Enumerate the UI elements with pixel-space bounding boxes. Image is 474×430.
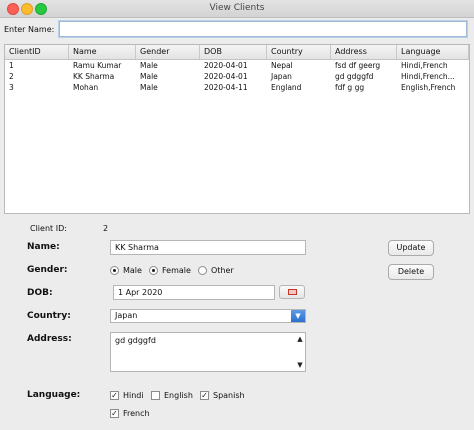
- table-cell: Male: [140, 72, 158, 81]
- clients-table: ClientID Name Gender DOB Country Address…: [4, 44, 470, 214]
- table-cell: 1: [9, 61, 14, 70]
- client-form: Client ID: 2 Name: KK Sharma Update Dele…: [0, 216, 474, 430]
- gender-other-radio[interactable]: [198, 266, 207, 275]
- gender-label: Gender:: [27, 265, 68, 275]
- delete-button[interactable]: Delete: [388, 264, 434, 280]
- name-search-input[interactable]: [59, 21, 467, 37]
- chevron-down-icon[interactable]: ▼: [291, 310, 305, 322]
- table-cell: Mohan: [73, 83, 99, 92]
- table-cell: Male: [140, 61, 158, 70]
- table-cell: KK Sharma: [73, 72, 115, 81]
- table-cell: English,French: [401, 83, 456, 92]
- table-cell: 3: [9, 83, 14, 92]
- view-clients-window: View Clients Enter Name: ClientID Name G…: [0, 0, 474, 430]
- language-hindi-label: Hindi: [123, 391, 144, 400]
- table-cell: England: [271, 83, 302, 92]
- gender-female-radio[interactable]: [149, 266, 158, 275]
- address-label: Address:: [27, 334, 72, 344]
- client-id-value: 2: [103, 224, 109, 233]
- name-label: Name:: [27, 242, 60, 252]
- table-cell: 2020-04-11: [204, 83, 248, 92]
- table-cell: 2: [9, 72, 14, 81]
- address-scrollbar[interactable]: ▲ ▼: [296, 335, 304, 369]
- country-label: Country:: [27, 311, 71, 321]
- scroll-down-icon[interactable]: ▼: [296, 361, 304, 369]
- column-header-language[interactable]: Language: [397, 45, 469, 59]
- search-label: Enter Name:: [4, 25, 55, 34]
- column-header-dob[interactable]: DOB: [200, 45, 267, 59]
- language-english-checkbox[interactable]: [151, 391, 160, 400]
- column-header-clientid[interactable]: ClientID: [5, 45, 69, 59]
- client-id-label: Client ID:: [30, 224, 67, 233]
- country-select[interactable]: Japan ▼: [110, 309, 306, 323]
- address-textarea[interactable]: gd gdggfd ▲ ▼: [110, 332, 306, 372]
- window-title: View Clients: [209, 3, 265, 13]
- column-header-country[interactable]: Country: [267, 45, 331, 59]
- language-spanish-checkbox[interactable]: [200, 391, 209, 400]
- update-button[interactable]: Update: [388, 240, 434, 256]
- calendar-icon[interactable]: [279, 285, 305, 299]
- table-cell: Hindi,French...: [401, 72, 455, 81]
- gender-male-radio[interactable]: [110, 266, 119, 275]
- language-french-label: French: [123, 409, 150, 418]
- table-cell: fsd df geerg: [335, 61, 381, 70]
- gender-male-label: Male: [123, 266, 142, 275]
- address-value: gd gdggfd: [115, 336, 156, 345]
- scroll-up-icon[interactable]: ▲: [296, 335, 304, 343]
- table-cell: Nepal: [271, 61, 293, 70]
- table-header: ClientID Name Gender DOB Country Address…: [5, 45, 469, 60]
- table-row[interactable]: 3 Mohan Male 2020-04-11 England fdf g gg…: [5, 82, 469, 93]
- table-cell: 2020-04-01: [204, 72, 248, 81]
- language-spanish-label: Spanish: [213, 391, 245, 400]
- column-header-gender[interactable]: Gender: [136, 45, 200, 59]
- language-hindi-checkbox[interactable]: [110, 391, 119, 400]
- country-select-value: Japan: [115, 311, 138, 320]
- table-row[interactable]: 1 Ramu Kumar Male 2020-04-01 Nepal fsd d…: [5, 60, 469, 71]
- language-label: Language:: [27, 390, 81, 400]
- table-cell: Male: [140, 83, 158, 92]
- dob-field[interactable]: 1 Apr 2020: [113, 285, 275, 300]
- table-cell: fdf g gg: [335, 83, 365, 92]
- table-cell: 2020-04-01: [204, 61, 248, 70]
- gender-other-label: Other: [211, 266, 234, 275]
- title-bar: View Clients: [0, 0, 474, 18]
- gender-female-label: Female: [162, 266, 191, 275]
- name-field[interactable]: KK Sharma: [110, 240, 306, 255]
- column-header-address[interactable]: Address: [331, 45, 397, 59]
- table-cell: gd gdggfd: [335, 72, 374, 81]
- table-cell: Japan: [271, 72, 292, 81]
- table-cell: Hindi,French: [401, 61, 448, 70]
- dob-label: DOB:: [27, 288, 53, 298]
- language-french-checkbox[interactable]: [110, 409, 119, 418]
- table-row[interactable]: 2 KK Sharma Male 2020-04-01 Japan gd gdg…: [5, 71, 469, 82]
- language-english-label: English: [164, 391, 193, 400]
- table-cell: Ramu Kumar: [73, 61, 122, 70]
- column-header-name[interactable]: Name: [69, 45, 136, 59]
